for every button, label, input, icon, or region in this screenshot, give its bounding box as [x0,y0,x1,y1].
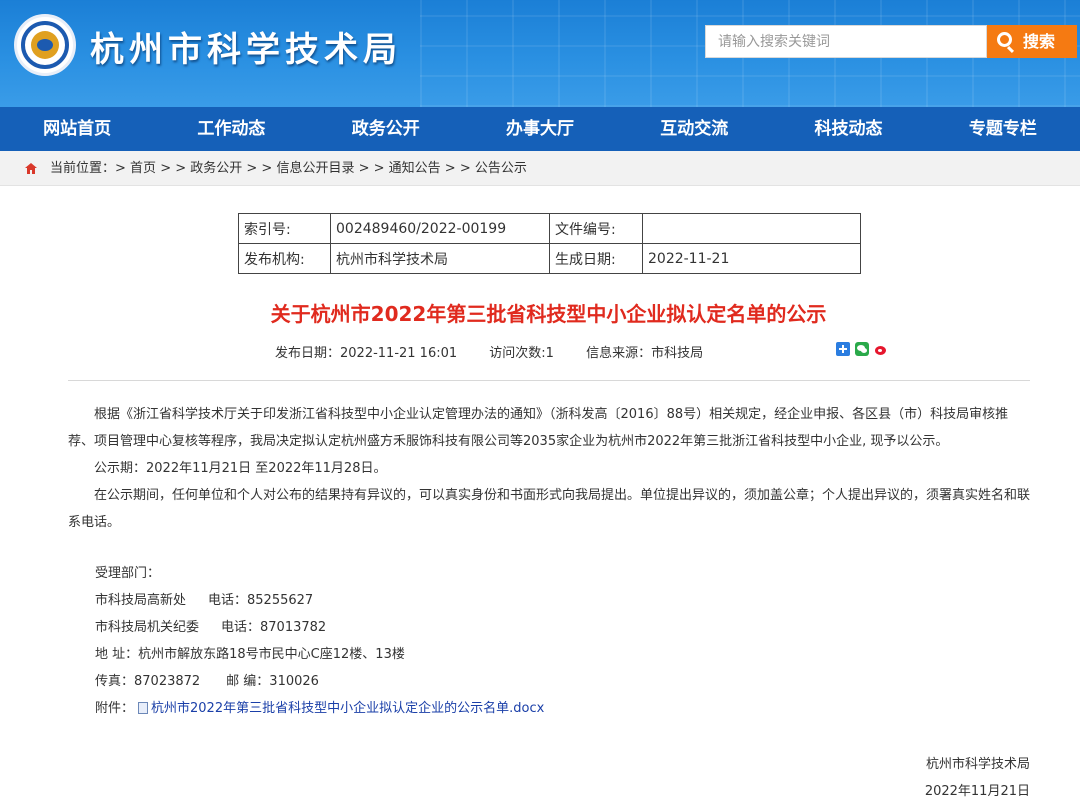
breadcrumb-item-notices[interactable]: 通知公告 [389,161,441,176]
content-divider [68,380,1030,381]
meta-row: 发布机构: 杭州市科学技术局 生成日期: 2022-11-21 [238,243,861,274]
dept-label: 受理部门： [95,566,161,581]
signature-org: 杭州市科学技术局 [925,757,1030,772]
breadcrumb: 当前位置：> 首页 > > 政务公开 > > 信息公开目录 > > 通知公告 >… [50,161,527,176]
attachment-label: 附件： [95,701,135,716]
visit-count: 访问次数:1 [489,346,554,361]
contact-row: 市科技局机关纪委 电话：87013782 [95,620,326,636]
bureau-emblem-icon[interactable] [14,14,76,76]
postcode: 邮 编：310026 [226,674,319,689]
fax-postcode-row: 传真：87023872 邮 编：310026 [95,674,319,690]
meta-publisher-value: 杭州市科学技术局 [330,243,550,274]
search-button-label: 搜索 [1023,32,1056,51]
dept-phone: 电话：85255627 [208,593,314,608]
search-input[interactable]: 请输入搜索关键词 [705,25,987,58]
search-icon [997,32,1012,47]
nav-item-home[interactable]: 网站首页 [0,107,154,151]
attachment-link[interactable]: 杭州市2022年第三批省科技型中小企业拟认定企业的公示名单.docx [151,701,544,716]
signature-date: 2022年11月21日 [924,784,1030,799]
attachment-row: 附件： 杭州市2022年第三批省科技型中小企业拟认定企业的公示名单.docx [95,701,544,717]
weibo-icon[interactable] [874,342,888,356]
meta-index-value: 002489460/2022-00199 [330,213,550,244]
meta-date-value: 2022-11-21 [642,243,861,274]
meta-publisher-label: 发布机构: [238,243,331,274]
contact-row: 市科技局高新处 电话：85255627 [95,593,313,609]
fax: 传真：87023872 [95,674,201,689]
nav-item-work-news[interactable]: 工作动态 [154,107,308,151]
dept-name: 市科技局高新处 [95,593,187,608]
meta-index-label: 索引号: [238,213,331,244]
breadcrumb-prefix: 当前位置： [50,161,116,176]
article-info: 发布日期：2022-11-21 16:01 访问次数:1 信息来源：市科技局 [275,342,731,361]
main-nav: 网站首页 工作动态 政务公开 办事大厅 互动交流 科技动态 专题专栏 [0,107,1080,151]
nav-item-interaction[interactable]: 互动交流 [617,107,771,151]
paragraph-period: 公示期：2022年11月21日 至2022年11月28日。 [94,461,387,476]
nav-item-special[interactable]: 专题专栏 [926,107,1080,151]
meta-row: 索引号: 002489460/2022-00199 文件编号: [238,213,861,244]
breadcrumb-item-gov[interactable]: 政务公开 [190,161,242,176]
article-title: 关于杭州市2022年第三批省科技型中小企业拟认定名单的公示 [270,302,827,326]
nav-item-tech-news[interactable]: 科技动态 [771,107,925,151]
site-header: 杭州市科学技术局 请输入搜索关键词 搜索 [0,0,1080,107]
share-plus-icon[interactable] [836,342,850,356]
info-source: 信息来源：市科技局 [586,346,704,361]
meta-date-label: 生成日期: [549,243,643,274]
paragraph-basis: 根据《浙江省科学技术厅关于印发浙江省科技型中小企业认定管理办法的通知》（浙科发高… [68,407,1009,449]
nav-item-service-hall[interactable]: 办事大厅 [463,107,617,151]
paragraph-objection: 在公示期间，任何单位和个人对公布的结果持有异议的，可以真实身份和书面形式向我局提… [68,488,1031,530]
doc-file-icon [138,702,149,714]
breadcrumb-bar: 当前位置：> 首页 > > 政务公开 > > 信息公开目录 > > 通知公告 >… [0,151,1080,186]
breadcrumb-item-info-catalog[interactable]: 信息公开目录 [276,161,354,176]
dept-name: 市科技局机关纪委 [95,620,200,635]
wechat-icon[interactable] [855,342,869,356]
home-icon [25,163,37,174]
dept-phone: 电话：87013782 [221,620,327,635]
share-buttons [836,342,896,358]
meta-docno-label: 文件编号: [549,213,643,244]
search-button[interactable]: 搜索 [987,25,1077,58]
publish-date: 发布日期：2022-11-21 16:01 [275,346,458,361]
breadcrumb-item-home[interactable]: 首页 [130,161,156,176]
breadcrumb-item-publicity[interactable]: 公告公示 [475,161,527,176]
address: 地 址：杭州市解放东路18号市民中心C座12楼、13楼 [95,647,405,662]
meta-docno-value [642,213,861,244]
site-title[interactable]: 杭州市科学技术局 [90,22,402,71]
nav-item-gov-affairs[interactable]: 政务公开 [309,107,463,151]
document-meta-table: 索引号: 002489460/2022-00199 文件编号: 发布机构: 杭州… [238,213,861,274]
